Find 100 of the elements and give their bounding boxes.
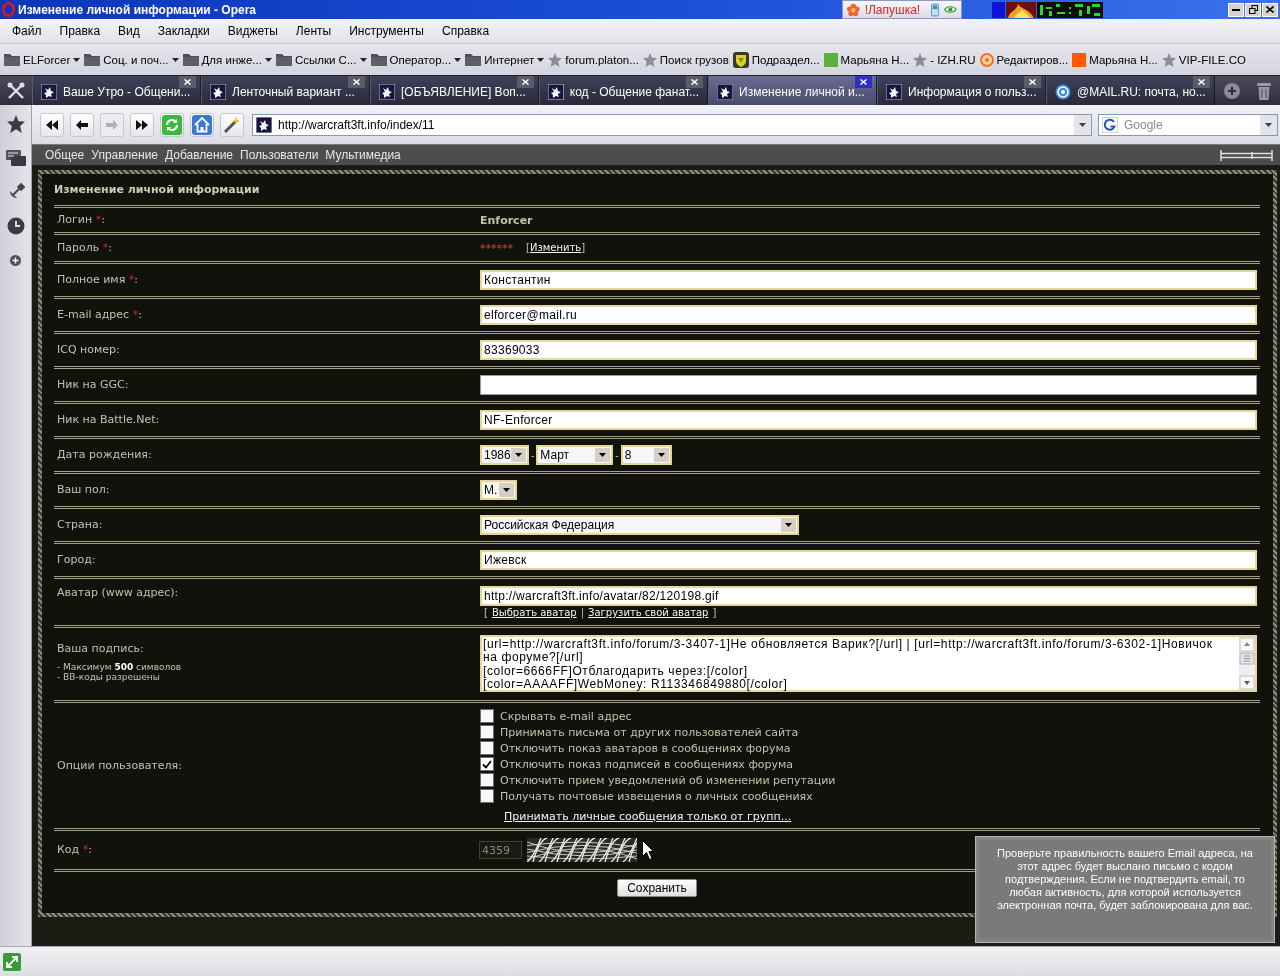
bookmark-item[interactable]: Для инже... [182,53,272,66]
folder-icon [4,53,20,66]
folder-icon [182,53,199,66]
splash-icon [210,83,226,100]
browser-tab[interactable]: [ОБЪЯВЛЕНИЕ] Воп... [370,76,539,105]
login-value: Enforcer [480,213,533,227]
code-field[interactable]: 4359 [479,841,522,859]
bookmark-item[interactable]: ELForcer [4,53,81,66]
menu-item[interactable]: Справка [433,24,499,38]
text-field[interactable]: Ижевск [480,550,1257,570]
browser-tab[interactable]: Информация о польз... [877,76,1046,105]
checkbox[interactable] [480,741,494,755]
close-icon [1029,79,1036,85]
groups-link[interactable]: Принимать личные сообщения только от групп... [504,808,836,826]
text-field[interactable]: NF-Enforcer [480,410,1257,430]
folder-icon [370,53,387,66]
menu-item[interactable]: Правка [50,24,110,38]
splash-icon [717,83,733,100]
tab-close-button[interactable] [517,76,534,88]
site-nav-link[interactable]: Мультимедиа [325,148,401,162]
width-slider-icon [1220,149,1273,161]
browser-tab[interactable]: Ленточный вариант ... [201,76,370,105]
bookmark-item[interactable]: forum.platon... [548,52,639,67]
widget-panel[interactable]: !Лапушка! [842,0,962,19]
nav-button[interactable] [70,112,94,137]
site-nav-link[interactable]: Общее [45,148,85,162]
text-field[interactable] [480,375,1257,395]
trash-button[interactable] [1257,81,1272,100]
bookmark-item[interactable]: VIP-FILE.CO [1161,52,1246,67]
browser-tab[interactable]: Ваше Утро - Общени... [32,76,201,105]
browser-tab[interactable]: Изменение личной и... [708,76,877,105]
caret-icon [359,57,367,62]
site-nav-link[interactable]: Управление [91,148,158,162]
bookmark-item[interactable]: Марьяна Н... [823,52,910,67]
menu-item[interactable]: Инструменты [340,24,433,38]
select-field[interactable]: М. [480,480,517,500]
text-field[interactable]: 83369033 [480,340,1257,360]
checkbox[interactable] [480,789,494,803]
browser-tab[interactable]: код - Общение фанат... [539,76,708,105]
plus-icon [10,254,21,266]
search-field[interactable]: Google [1098,113,1278,136]
select-field[interactable]: 1986 [480,445,529,465]
tab-close-button[interactable] [1193,76,1210,88]
checkbox[interactable] [480,773,494,787]
avatar-link[interactable]: Выбрать аватар [491,606,577,620]
select-field[interactable]: 8 [620,445,672,465]
bookmark-item[interactable]: Оператор... [370,53,462,66]
bookmark-item[interactable]: - IZH.RU [913,52,976,67]
tab-close-button[interactable] [855,76,872,88]
close-button[interactable] [1262,2,1278,17]
menu-item[interactable]: Виджеты [218,24,287,38]
menu-item[interactable]: Файл [3,24,51,38]
menu-item[interactable]: Закладки [148,24,219,38]
checkbox[interactable] [480,709,494,723]
splash-icon [379,83,395,100]
tab-close-button[interactable] [348,76,365,88]
nav-button[interactable] [130,112,154,137]
site-nav-link[interactable]: Пользователи [240,148,319,162]
tab-close-button[interactable] [179,76,196,88]
select-field[interactable]: Март [536,445,614,465]
site-nav-link[interactable]: Добавление [165,148,233,162]
hint-tooltip: Проверьте правильность вашего Email адреса, на этот адрес будет выслано письмо с кодом подтверждения. Если не подтвердить email, то любая активность, для которой используется электронная почта, будет заблокирована для вас. [975,836,1275,943]
avatar-link[interactable]: Загрузить свой аватар [588,606,709,620]
bookmark-item[interactable]: Соц. и поч... [84,53,179,66]
tab-close-button[interactable] [686,76,703,88]
new-tab-button[interactable] [1223,82,1240,99]
back-arrow-icon [76,119,88,130]
menu-item[interactable]: Ленты [286,24,341,38]
address-field[interactable]: http://warcraft3ft.info/index/11 [252,113,1092,136]
led-display-drawing [1037,1,1103,18]
bookmark-item[interactable]: Поиск грузов [642,52,729,67]
nav-button[interactable] [220,112,244,137]
checkbox[interactable] [480,725,494,739]
bookmark-item[interactable]: Редактиров... [979,51,1069,68]
nav-button[interactable] [40,112,64,137]
field-label: Ваш пол: [57,483,110,497]
change-link[interactable]: Изменить [529,241,582,255]
field-label: Ник на GGC: [57,378,129,392]
minimize-button[interactable] [1228,2,1244,17]
bracket-text: ] [711,606,718,620]
browser-tab[interactable]: @MAIL.RU: почта, но... [1046,76,1215,105]
panel-toggle-button[interactable] [7,81,25,100]
bookmark-item[interactable]: Подраздел... [732,51,820,68]
checkbox[interactable] [480,757,494,771]
bookmark-item[interactable]: Ссылки С... [275,53,367,66]
checkmark-icon [482,759,492,769]
select-field[interactable]: Российская Федерация [480,515,799,535]
menu-item[interactable]: Вид [109,24,149,38]
restore-button[interactable] [1245,2,1261,17]
save-button[interactable]: Сохранить [617,879,697,897]
bookmark-item[interactable]: Марьяна Н... [1072,52,1158,67]
dropdown-caret-icon [595,448,611,462]
link-divider: | [579,606,586,620]
text-field[interactable]: Константин [480,270,1257,290]
text-field[interactable]: elforcer@mail.ru [480,305,1257,325]
ring-logo-icon [2,2,15,17]
bookmark-item[interactable]: Интернет [465,53,545,66]
tab-close-button[interactable] [1024,76,1041,88]
clock-icon [6,217,25,235]
text-field[interactable]: http://warcraft3ft.info/avatar/82/120198.gif [480,586,1257,606]
